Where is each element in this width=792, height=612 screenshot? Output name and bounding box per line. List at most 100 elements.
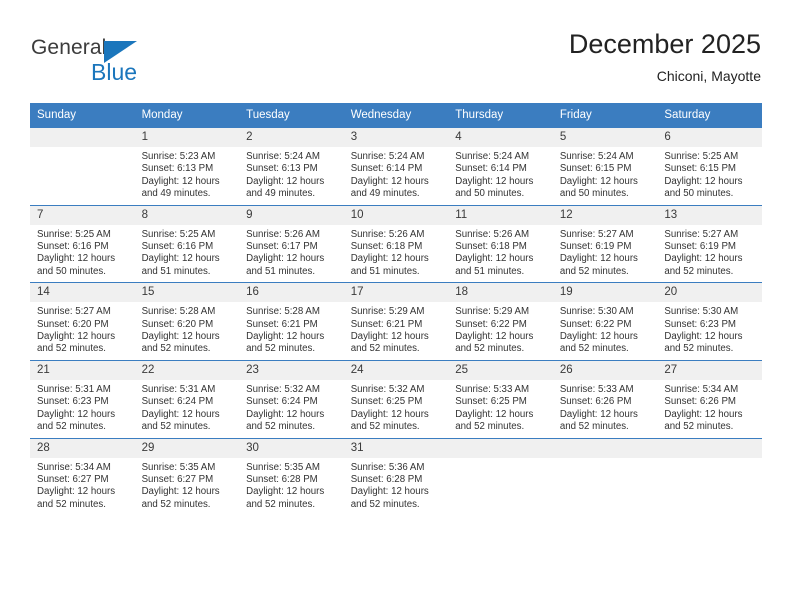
day-number: [552, 438, 658, 458]
calendar-day-cell[interactable]: 5 Sunrise: 5:24 AM Sunset: 6:15 PM Daylight…: [552, 127, 658, 206]
sunrise-text: Sunrise: 5:30 AM: [664, 306, 739, 318]
day-sun-info: Sunrise: 5:28 AM Sunset: 6:20 PM Daylight:…: [135, 302, 240, 360]
day-sun-info: Sunrise: 5:27 AM Sunset: 6:19 PM Daylight:…: [657, 225, 762, 283]
sunrise-text: Sunrise: 5:25 AM: [141, 228, 216, 240]
calendar-day-cell[interactable]: 20 Sunrise: 5:30 AM Sunset: 6:23 PM Dayligh…: [657, 282, 762, 361]
day-sun-info: Sunrise: 5:24 AM Sunset: 6:15 PM Daylight:…: [553, 147, 658, 205]
sunrise-text: Sunrise: 5:32 AM: [350, 383, 425, 395]
daylight-text-line1: Daylight: 12 hours: [664, 253, 743, 265]
day-number: 22: [134, 360, 240, 380]
day-number: 4: [448, 128, 553, 147]
daylight-text-line1: Daylight: 12 hours: [141, 486, 220, 498]
calendar-day-cell[interactable]: 11 Sunrise: 5:26 AM Sunset: 6:18 PM Dayligh…: [448, 204, 553, 283]
sunset-text: Sunset: 6:14 PM: [350, 163, 423, 175]
sunset-text: Sunset: 6:19 PM: [559, 241, 632, 253]
daylight-text-line2: and 52 minutes.: [350, 343, 420, 355]
calendar-day-cell[interactable]: 6 Sunrise: 5:25 AM Sunset: 6:15 PM Daylight…: [657, 127, 762, 206]
sunset-text: Sunset: 6:18 PM: [455, 241, 527, 253]
calendar-day-cell[interactable]: 21 Sunrise: 5:31 AM Sunset: 6:23 PM Dayligh…: [30, 359, 135, 438]
sunset-text: Sunset: 6:28 PM: [246, 473, 318, 485]
sunset-text: Sunset: 6:24 PM: [141, 396, 214, 408]
calendar-body: 1 Sunrise: 5:23 AM Sunset: 6:13 PM Daylight…: [30, 127, 762, 516]
calendar-day-cell[interactable]: 3 Sunrise: 5:24 AM Sunset: 6:14 PM Daylight…: [343, 127, 449, 206]
sunset-text: Sunset: 6:25 PM: [455, 396, 527, 408]
calendar-day-cell[interactable]: 30 Sunrise: 5:35 AM Sunset: 6:28 PM Dayligh…: [239, 437, 344, 516]
calendar-day-cell[interactable]: 28 Sunrise: 5:34 AM Sunset: 6:27 PM Dayligh…: [30, 437, 135, 516]
weekday-header-sunday: Sunday: [30, 103, 135, 128]
general-blue-logo[interactable]: General Blue: [31, 36, 201, 88]
day-sun-info: Sunrise: 5:32 AM Sunset: 6:25 PM Daylight:…: [344, 380, 449, 438]
calendar-day-cell[interactable]: 26 Sunrise: 5:33 AM Sunset: 6:26 PM Dayligh…: [552, 359, 658, 438]
day-sun-info: Sunrise: 5:29 AM Sunset: 6:21 PM Daylight:…: [344, 302, 449, 360]
calendar-day-cell[interactable]: 9 Sunrise: 5:26 AM Sunset: 6:17 PM Daylight…: [239, 204, 344, 283]
location-subtitle: Chiconi, Mayotte: [656, 68, 761, 84]
daylight-text-line1: Daylight: 12 hours: [664, 408, 743, 420]
day-number: 12: [552, 205, 658, 225]
weekday-header-friday: Friday: [552, 103, 658, 128]
day-number: 17: [343, 283, 449, 303]
calendar-day-cell[interactable]: 29 Sunrise: 5:35 AM Sunset: 6:27 PM Dayligh…: [134, 437, 240, 516]
calendar-header-row: Sunday Monday Tuesday Wednesday Thursday Frid…: [30, 103, 762, 128]
daylight-text-line1: Daylight: 12 hours: [246, 253, 325, 265]
sunrise-text: Sunrise: 5:31 AM: [141, 383, 216, 395]
day-sun-info: Sunrise: 5:28 AM Sunset: 6:21 PM Daylight:…: [239, 302, 344, 360]
daylight-text-line1: Daylight: 12 hours: [350, 175, 429, 187]
calendar-day-cell[interactable]: 4 Sunrise: 5:24 AM Sunset: 6:14 PM Daylight…: [448, 127, 553, 206]
day-sun-info: Sunrise: 5:27 AM Sunset: 6:20 PM Daylight:…: [30, 302, 135, 360]
calendar-day-cell[interactable]: 22 Sunrise: 5:31 AM Sunset: 6:24 PM Dayligh…: [134, 359, 240, 438]
daylight-text-line2: and 52 minutes.: [664, 343, 734, 355]
calendar-day-cell[interactable]: 8 Sunrise: 5:25 AM Sunset: 6:16 PM Daylight…: [134, 204, 240, 283]
sunset-text: Sunset: 6:26 PM: [559, 396, 632, 408]
calendar-day-cell[interactable]: 12 Sunrise: 5:27 AM Sunset: 6:19 PM Dayligh…: [552, 204, 658, 283]
title-block: December 2025 Chiconi, Mayotte: [569, 28, 761, 86]
day-sun-info: Sunrise: 5:27 AM Sunset: 6:19 PM Daylight:…: [553, 225, 658, 283]
calendar-day-cell[interactable]: 7 Sunrise: 5:25 AM Sunset: 6:16 PM Daylight…: [30, 204, 135, 283]
calendar-day-cell[interactable]: 23 Sunrise: 5:32 AM Sunset: 6:24 PM Dayligh…: [239, 359, 344, 438]
calendar-day-cell[interactable]: 2 Sunrise: 5:24 AM Sunset: 6:13 PM Daylight…: [239, 127, 344, 206]
day-number: 21: [30, 360, 135, 380]
calendar-week-row: 21 Sunrise: 5:31 AM Sunset: 6:23 PM Dayligh…: [30, 359, 762, 438]
calendar-day-cell[interactable]: 1 Sunrise: 5:23 AM Sunset: 6:13 PM Daylight…: [134, 127, 240, 206]
day-sun-info: Sunrise: 5:34 AM Sunset: 6:26 PM Daylight:…: [657, 380, 762, 438]
daylight-text-line1: Daylight: 12 hours: [141, 175, 220, 187]
daylight-text-line1: Daylight: 12 hours: [559, 175, 638, 187]
daylight-text-line2: and 49 minutes.: [141, 188, 211, 200]
calendar-day-cell[interactable]: 10 Sunrise: 5:26 AM Sunset: 6:18 PM Dayligh…: [343, 204, 449, 283]
daylight-text-line2: and 52 minutes.: [141, 498, 211, 510]
daylight-text-line2: and 50 minutes.: [455, 188, 525, 200]
day-sun-info: Sunrise: 5:33 AM Sunset: 6:25 PM Daylight:…: [448, 380, 553, 438]
daylight-text-line2: and 52 minutes.: [664, 265, 734, 277]
sunrise-text: Sunrise: 5:32 AM: [246, 383, 320, 395]
calendar-day-cell[interactable]: 14 Sunrise: 5:27 AM Sunset: 6:20 PM Dayligh…: [30, 282, 135, 361]
sunset-text: Sunset: 6:26 PM: [664, 396, 736, 408]
sunset-text: Sunset: 6:13 PM: [246, 163, 318, 175]
calendar-day-cell[interactable]: 16 Sunrise: 5:28 AM Sunset: 6:21 PM Dayligh…: [239, 282, 344, 361]
calendar-day-cell[interactable]: 19 Sunrise: 5:30 AM Sunset: 6:22 PM Dayligh…: [552, 282, 658, 361]
daylight-text-line1: Daylight: 12 hours: [455, 175, 534, 187]
daylight-text-line1: Daylight: 12 hours: [246, 331, 325, 343]
daylight-text-line1: Daylight: 12 hours: [37, 408, 116, 420]
day-number: 26: [552, 360, 658, 380]
day-sun-info: Sunrise: 5:35 AM Sunset: 6:27 PM Daylight:…: [135, 458, 240, 516]
daylight-text-line2: and 49 minutes.: [350, 188, 420, 200]
day-sun-info: Sunrise: 5:25 AM Sunset: 6:16 PM Daylight:…: [30, 225, 135, 283]
sunrise-text: Sunrise: 5:35 AM: [141, 461, 216, 473]
calendar-day-cell[interactable]: 17 Sunrise: 5:29 AM Sunset: 6:21 PM Dayligh…: [343, 282, 449, 361]
calendar-day-cell[interactable]: 25 Sunrise: 5:33 AM Sunset: 6:25 PM Dayligh…: [448, 359, 553, 438]
calendar-day-cell[interactable]: 18 Sunrise: 5:29 AM Sunset: 6:22 PM Dayligh…: [448, 282, 553, 361]
calendar-day-cell[interactable]: 27 Sunrise: 5:34 AM Sunset: 6:26 PM Dayligh…: [657, 359, 762, 438]
calendar-day-cell[interactable]: 31 Sunrise: 5:36 AM Sunset: 6:28 PM Dayligh…: [343, 437, 449, 516]
sunrise-text: Sunrise: 5:34 AM: [37, 461, 111, 473]
calendar-day-cell[interactable]: 15 Sunrise: 5:28 AM Sunset: 6:20 PM Dayligh…: [134, 282, 240, 361]
sunset-text: Sunset: 6:27 PM: [37, 473, 109, 485]
calendar-day-cell[interactable]: 13 Sunrise: 5:27 AM Sunset: 6:19 PM Dayligh…: [657, 204, 762, 283]
day-sun-info: Sunrise: 5:30 AM Sunset: 6:23 PM Daylight:…: [657, 302, 762, 360]
day-sun-info: [448, 457, 553, 466]
sunrise-text: Sunrise: 5:28 AM: [246, 306, 320, 318]
calendar-day-cell[interactable]: 24 Sunrise: 5:32 AM Sunset: 6:25 PM Dayligh…: [343, 359, 449, 438]
sunrise-text: Sunrise: 5:27 AM: [559, 228, 634, 240]
sunset-text: Sunset: 6:27 PM: [141, 473, 214, 485]
daylight-text-line2: and 52 minutes.: [664, 421, 734, 433]
sunrise-text: Sunrise: 5:36 AM: [350, 461, 425, 473]
day-number: 1: [134, 128, 240, 147]
